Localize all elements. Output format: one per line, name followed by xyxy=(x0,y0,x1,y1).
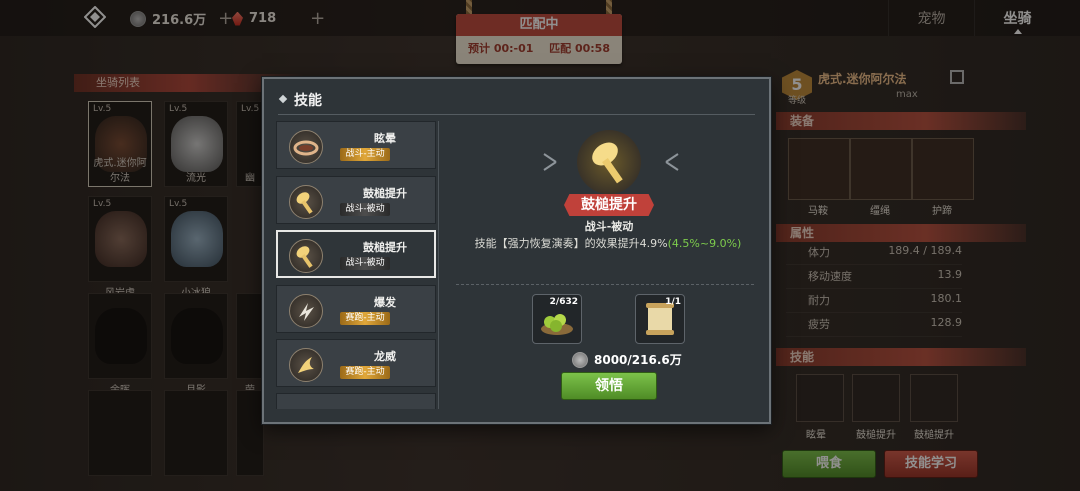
skill-tag: 战斗-被动 xyxy=(340,203,390,216)
material-slot[interactable]: 2/632 xyxy=(532,294,582,344)
skill-tag: 赛跑-主动 xyxy=(340,312,390,325)
selected-skill-icon xyxy=(577,130,641,194)
skill-description: 技能【强力恢复演奏】的效果提升4.9%(4.5%~9.0%) xyxy=(474,237,742,250)
cost-display: 8000/216.6万 xyxy=(572,351,682,368)
title-divider xyxy=(278,114,755,115)
drumstick-icon xyxy=(289,239,323,273)
cost-amount: 8000/216.6万 xyxy=(594,353,682,367)
silver-coin-icon xyxy=(572,351,588,368)
stun-icon xyxy=(289,130,323,164)
skill-name-banner: 鼓槌提升 xyxy=(564,194,654,216)
dragon-claw-icon xyxy=(289,348,323,382)
skill-item-drumstick[interactable]: 鼓槌提升 战斗-被动 xyxy=(276,176,436,224)
burst-icon xyxy=(289,294,323,328)
skill-tag: 战斗-主动 xyxy=(340,148,390,161)
skill-item-burst[interactable]: 爆发 赛跑-主动 xyxy=(276,285,436,333)
material-slot[interactable]: 1/1 xyxy=(635,294,685,344)
skill-tag: 赛跑-主动 xyxy=(340,366,390,379)
skill-item-partial[interactable] xyxy=(276,393,436,409)
comprehend-button[interactable]: 领悟 xyxy=(561,372,657,400)
modal-divider xyxy=(438,121,439,409)
drumstick-icon xyxy=(289,185,323,219)
skill-type: 战斗-被动 xyxy=(584,220,634,233)
skill-item-dragon-might[interactable]: 龙威 赛跑-主动 xyxy=(276,339,436,387)
material-count: 1/1 xyxy=(665,297,681,307)
skill-list[interactable]: 眩晕 战斗-主动 鼓槌提升 战斗-被动 鼓槌提升 战斗-被动 爆发 赛跑-主动 … xyxy=(276,121,438,409)
skill-item-drumstick-selected[interactable]: 鼓槌提升 战斗-被动 xyxy=(276,230,436,278)
dashed-divider xyxy=(456,284,754,285)
skill-tag: 战斗-被动 xyxy=(340,257,390,270)
material-count: 2/632 xyxy=(549,297,578,307)
modal-title: 技能 xyxy=(294,93,322,109)
skill-item-stun[interactable]: 眩晕 战斗-主动 xyxy=(276,121,436,169)
